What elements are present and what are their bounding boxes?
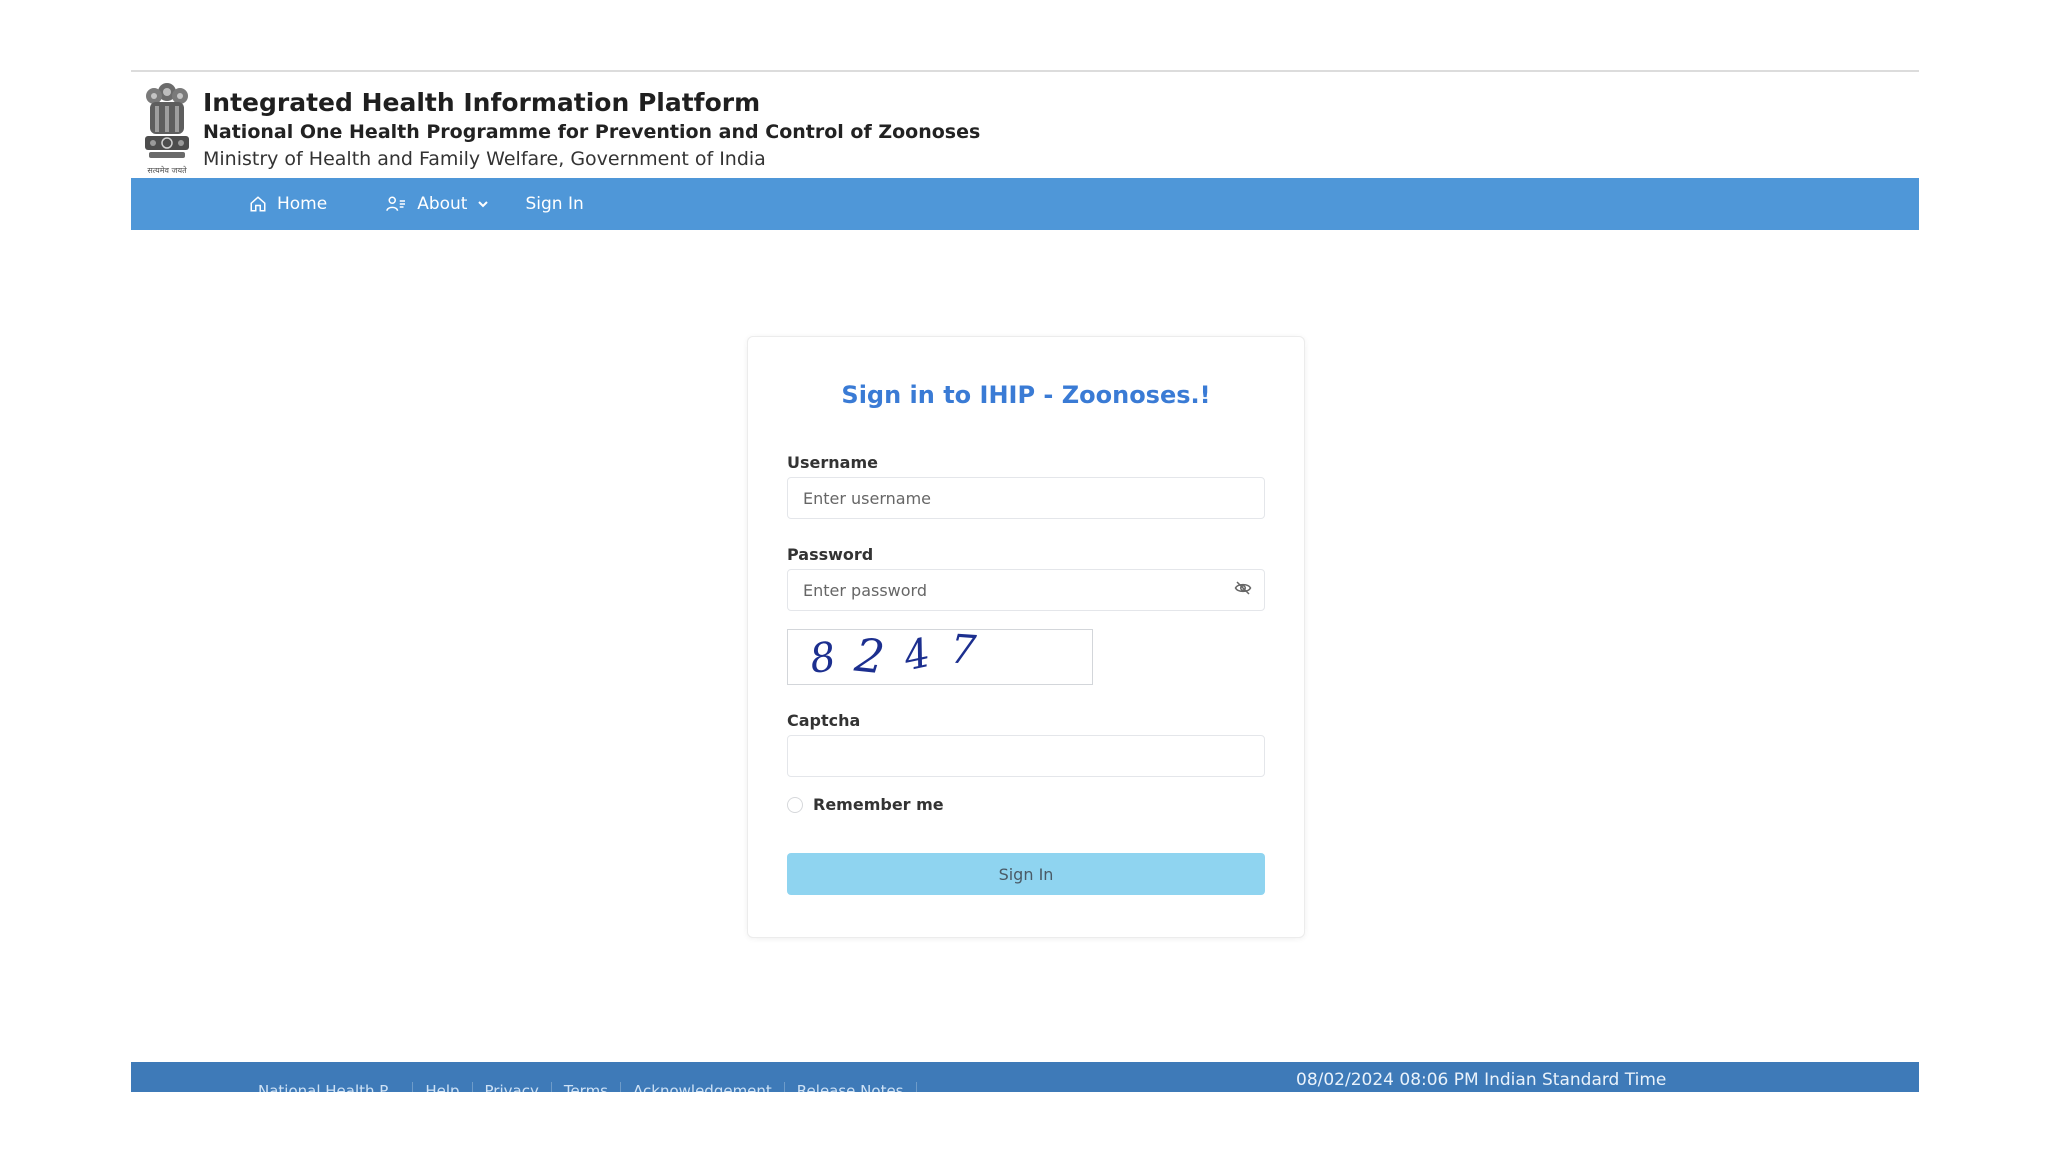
nav-sign-in[interactable]: Sign In [525, 194, 583, 214]
captcha-input[interactable] [787, 735, 1265, 777]
remember-me-checkbox[interactable] [787, 796, 803, 813]
platform-title: Integrated Health Information Platform [203, 88, 761, 117]
national-emblem-logo: सत्यमेव जयते [139, 80, 195, 176]
eye-off-icon[interactable] [1234, 579, 1252, 597]
username-input[interactable] [787, 477, 1265, 519]
captcha-char: 7 [949, 626, 998, 676]
emblem-caption: सत्यमेव जयते [147, 166, 187, 175]
login-title: Sign in to IHIP - Zoonoses.! [841, 381, 1211, 409]
footer-link-release-notes[interactable]: Release Notes [785, 1082, 917, 1092]
username-label: Username [787, 453, 878, 472]
captcha-label: Captcha [787, 711, 861, 730]
nav-about-dropdown[interactable]: About [385, 194, 489, 214]
brand-header: सत्यमेव जयते Integrated Health Informati… [139, 80, 980, 180]
login-card: Sign in to IHIP - Zoonoses.! Username Pa… [747, 336, 1305, 938]
footer-link-privacy[interactable]: Privacy [473, 1082, 552, 1092]
main-navbar: Home About Sign In [131, 178, 1919, 230]
footer-link-help[interactable]: Help [413, 1082, 473, 1092]
sign-in-button[interactable]: Sign In [787, 853, 1265, 895]
app-frame: सत्यमेव जयते Integrated Health Informati… [131, 70, 1919, 1092]
programme-subtitle: National One Health Programme for Preven… [203, 121, 981, 143]
password-input[interactable] [787, 569, 1265, 611]
nav-sign-in-label: Sign In [525, 194, 584, 214]
remember-me[interactable]: Remember me [787, 795, 944, 814]
users-icon [386, 196, 406, 211]
nav-about-label: About [417, 194, 468, 214]
chevron-down-icon [478, 201, 489, 208]
remember-me-label: Remember me [813, 795, 944, 814]
footer-links: National Health P... Help Privacy Terms … [246, 1082, 917, 1092]
footer-bar: National Health P... Help Privacy Terms … [131, 1062, 1919, 1092]
brand-text: Integrated Health Information Platform N… [203, 80, 980, 172]
footer-link-acknowledgement[interactable]: Acknowledgement [621, 1082, 785, 1092]
footer-timestamp: 08/02/2024 08:06 PM Indian Standard Time [1296, 1070, 1667, 1090]
nav-home-label: Home [277, 194, 328, 214]
captcha-image: 8 2 4 7 [787, 625, 1093, 686]
captcha-char: 8 [807, 631, 859, 683]
password-label: Password [787, 545, 874, 564]
footer-link-terms[interactable]: Terms [552, 1082, 622, 1092]
nav-home[interactable]: Home [249, 194, 327, 214]
ministry-name: Ministry of Health and Family Welfare, G… [203, 148, 766, 170]
ashoka-emblem-icon [145, 83, 189, 158]
home-icon [250, 196, 266, 212]
captcha-char: 4 [899, 625, 954, 681]
footer-link-nhp[interactable]: National Health P... [246, 1082, 414, 1092]
